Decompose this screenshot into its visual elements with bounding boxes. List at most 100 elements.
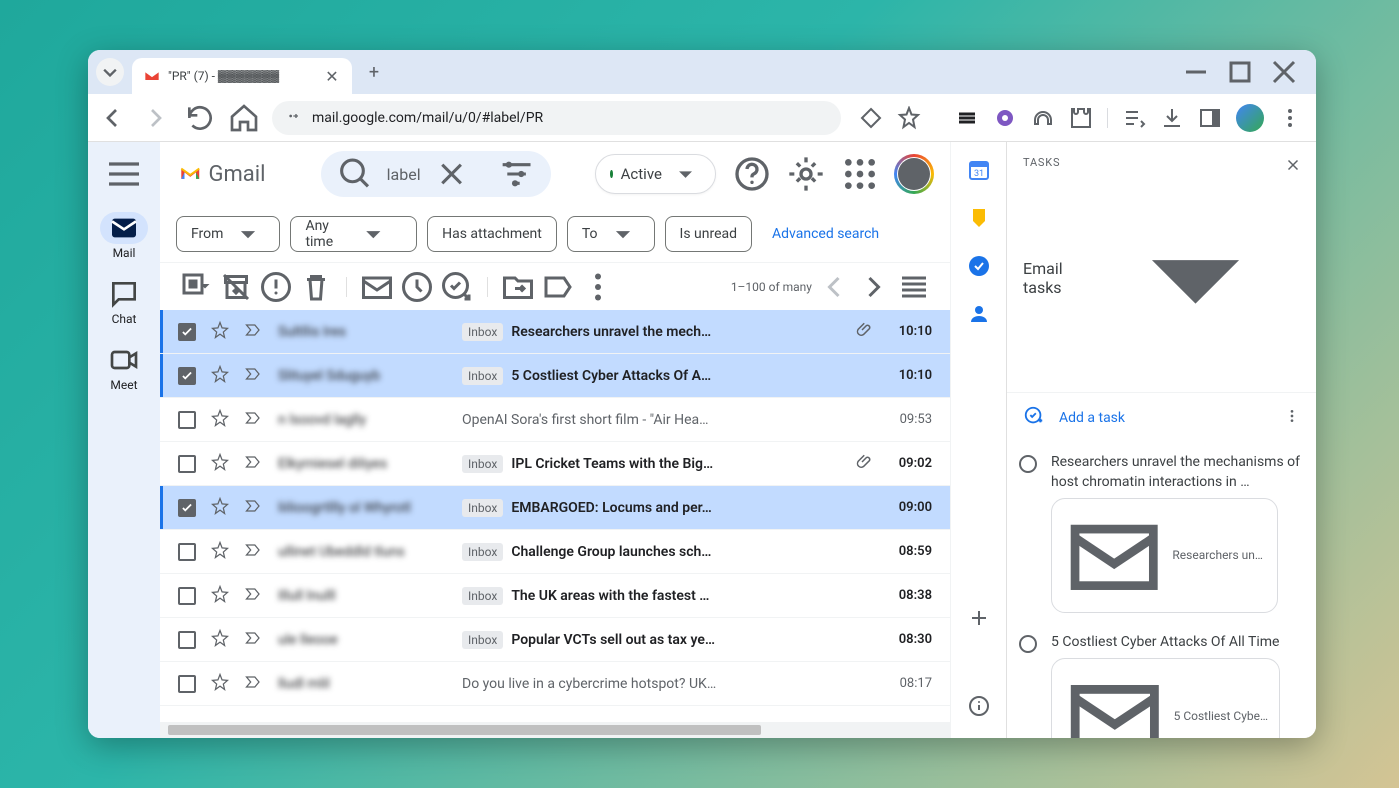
email-row[interactable]: n lsoovd lagllyOpenAI Sora's first short…: [160, 398, 950, 442]
site-info-icon[interactable]: [286, 108, 302, 128]
maximize-button[interactable]: [1228, 60, 1252, 84]
important-icon[interactable]: [244, 540, 264, 564]
calendar-icon[interactable]: 31: [967, 158, 991, 182]
sidepanel-icon[interactable]: [1198, 106, 1222, 130]
advanced-search-link[interactable]: Advanced search: [772, 226, 879, 242]
email-row[interactable]: Elkyrniesel diliyesInboxIPL Cricket Team…: [160, 442, 950, 486]
task-email-link[interactable]: 5 Costliest Cyber Attacks Of All Ti…: [1051, 658, 1280, 738]
email-row[interactable]: ule lleooeInboxPopular VCTs sell out as …: [160, 618, 950, 662]
star-icon[interactable]: [210, 628, 230, 652]
tasks-menu-icon[interactable]: [1284, 408, 1300, 428]
search-options-icon[interactable]: [498, 151, 535, 197]
row-checkbox[interactable]: [178, 543, 196, 561]
reload-button[interactable]: [184, 102, 216, 134]
row-checkbox[interactable]: [178, 323, 196, 341]
apps-icon[interactable]: [840, 154, 880, 194]
row-checkbox[interactable]: [178, 367, 196, 385]
task-complete-circle[interactable]: [1019, 455, 1037, 473]
settings-icon[interactable]: [786, 154, 826, 194]
star-icon[interactable]: [210, 584, 230, 608]
star-icon[interactable]: [210, 452, 230, 476]
email-row[interactable]: ullinet Ubeddld tlunsInboxChallenge Grou…: [160, 530, 950, 574]
lens-icon[interactable]: [859, 106, 883, 130]
add-task-icon[interactable]: [439, 269, 475, 305]
filter-anytime[interactable]: Any time: [290, 216, 417, 252]
email-row[interactable]: Illull lnulllInboxThe UK areas with the …: [160, 574, 950, 618]
star-icon[interactable]: [210, 364, 230, 388]
status-pill[interactable]: Active: [595, 154, 716, 194]
important-icon[interactable]: [244, 584, 264, 608]
star-icon[interactable]: [210, 408, 230, 432]
extension-3-icon[interactable]: [1031, 106, 1055, 130]
row-checkbox[interactable]: [178, 631, 196, 649]
snooze-icon[interactable]: [399, 269, 435, 305]
chrome-menu-icon[interactable]: [1278, 106, 1302, 130]
delete-icon[interactable]: [298, 269, 334, 305]
label-icon[interactable]: [540, 269, 576, 305]
tasks-sidebar-icon[interactable]: [967, 254, 991, 278]
task-email-link[interactable]: Researchers unravel the mechani…: [1051, 498, 1278, 612]
clear-search-icon[interactable]: [433, 151, 470, 197]
rail-chat[interactable]: Chat: [100, 278, 148, 326]
important-icon[interactable]: [244, 628, 264, 652]
star-icon[interactable]: [210, 320, 230, 344]
filter-unread[interactable]: Is unread: [665, 216, 753, 252]
star-icon[interactable]: [210, 672, 230, 696]
search-pill[interactable]: label: [321, 151, 550, 197]
row-checkbox[interactable]: [178, 675, 196, 693]
select-checkbox[interactable]: [178, 269, 214, 305]
move-icon[interactable]: [500, 269, 536, 305]
add-panel-icon[interactable]: [967, 606, 991, 630]
add-task-row[interactable]: Add a task: [1007, 392, 1316, 443]
email-row[interactable]: lludl mlilDo you live in a cybercrime ho…: [160, 662, 950, 706]
row-checkbox[interactable]: [178, 587, 196, 605]
filter-from[interactable]: From: [176, 216, 280, 252]
bookmark-star-icon[interactable]: [897, 106, 921, 130]
archive-icon[interactable]: [218, 269, 254, 305]
extension-1-icon[interactable]: [955, 106, 979, 130]
more-icon[interactable]: [580, 269, 616, 305]
important-icon[interactable]: [244, 496, 264, 520]
important-icon[interactable]: [244, 452, 264, 476]
account-avatar[interactable]: [894, 154, 934, 194]
rail-meet[interactable]: Meet: [100, 344, 148, 392]
gmail-logo[interactable]: Gmail: [180, 162, 265, 187]
email-list[interactable]: Sultllis IresInboxResearchers unravel th…: [160, 310, 950, 722]
email-row[interactable]: Sultllis IresInboxResearchers unravel th…: [160, 310, 950, 354]
horizontal-scrollbar[interactable]: [160, 722, 950, 738]
minimize-button[interactable]: [1184, 60, 1208, 84]
mark-read-icon[interactable]: [359, 269, 395, 305]
important-icon[interactable]: [244, 320, 264, 344]
row-checkbox[interactable]: [178, 499, 196, 517]
back-button[interactable]: [96, 102, 128, 134]
keep-icon[interactable]: [967, 206, 991, 230]
tasks-list-dropdown[interactable]: Email tasks: [1023, 173, 1300, 382]
support-icon[interactable]: [732, 154, 772, 194]
email-row[interactable]: Slituyel SduguybInbox5 Costliest Cyber A…: [160, 354, 950, 398]
close-window-button[interactable]: [1272, 60, 1296, 84]
row-checkbox[interactable]: [178, 411, 196, 429]
rail-mail[interactable]: Mail: [100, 212, 148, 260]
home-button[interactable]: [228, 102, 260, 134]
media-icon[interactable]: [1122, 106, 1146, 130]
forward-button[interactable]: [140, 102, 172, 134]
url-field[interactable]: mail.google.com/mail/u/0/#label/PR: [272, 101, 841, 135]
tasks-close-icon[interactable]: [1284, 156, 1302, 178]
important-icon[interactable]: [244, 672, 264, 696]
new-tab-button[interactable]: +: [360, 58, 388, 86]
density-icon[interactable]: [896, 269, 932, 305]
next-page-icon[interactable]: [856, 269, 892, 305]
menu-icon[interactable]: [104, 154, 144, 194]
important-icon[interactable]: [244, 364, 264, 388]
downloads-icon[interactable]: [1160, 106, 1184, 130]
chrome-profile-avatar[interactable]: [1236, 104, 1264, 132]
contacts-icon[interactable]: [967, 302, 991, 326]
tab-close-icon[interactable]: ✕: [324, 68, 340, 84]
spam-icon[interactable]: [258, 269, 294, 305]
important-icon[interactable]: [244, 408, 264, 432]
task-complete-circle[interactable]: [1019, 635, 1037, 653]
tab-search-dropdown[interactable]: [96, 58, 124, 86]
filter-to[interactable]: To: [567, 216, 655, 252]
email-row[interactable]: liilioogrtllly ol WhyrotlInboxEMBARGOED:…: [160, 486, 950, 530]
star-icon[interactable]: [210, 540, 230, 564]
